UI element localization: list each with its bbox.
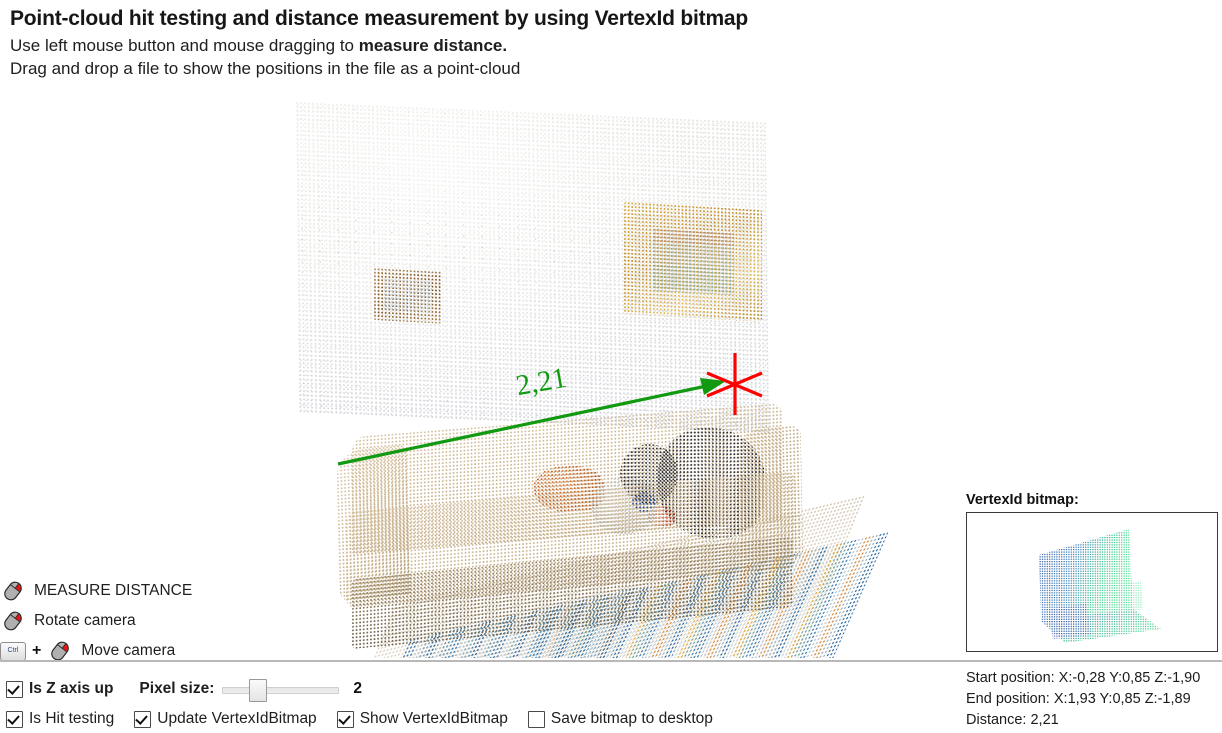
distance-text: Distance: 2,21 <box>966 712 1059 728</box>
header: Point-cloud hit testing and distance mea… <box>10 6 1110 80</box>
show-vertexid-bitmap-label: Show VertexIdBitmap <box>359 710 508 727</box>
legend-label: Move camera <box>81 642 176 659</box>
legend-item-rotate-camera: Rotate camera <box>0 606 320 636</box>
pixel-size-value: 2 <box>353 680 363 697</box>
pixel-size-label: Pixel size: <box>139 680 215 697</box>
save-bitmap-to-desktop-label: Save bitmap to desktop <box>550 710 713 727</box>
controls-row-1: Is Z axis up Pixel size: 2 <box>6 676 766 702</box>
mouse-left-button-icon <box>4 581 22 601</box>
start-position-text: Start position: X:-0,28 Y:0,85 Z:-1,90 <box>966 670 1201 686</box>
show-vertexid-bitmap-checkbox[interactable] <box>336 710 354 728</box>
horizontal-separator <box>0 660 1222 662</box>
update-vertexid-bitmap-checkbox[interactable] <box>134 710 152 728</box>
instruction-text: Use left mouse button and mouse dragging… <box>10 36 359 55</box>
is-hit-testing-checkbox[interactable] <box>6 710 23 728</box>
mouse-right-button-icon <box>4 611 22 631</box>
legend-label: Rotate camera <box>34 612 136 629</box>
legend-item-measure-distance: MEASURE DISTANCE <box>0 576 320 606</box>
slider-thumb[interactable] <box>249 679 268 702</box>
update-vertexid-bitmap-label: Update VertexIdBitmap <box>157 710 317 727</box>
instruction-line-2: Drag and drop a file to show the positio… <box>10 59 521 78</box>
vertexid-bitmap-preview[interactable] <box>966 512 1218 652</box>
small-picture-artwork <box>384 278 432 314</box>
page-title: Point-cloud hit testing and distance mea… <box>10 7 749 30</box>
instruction-emphasis: measure distance. <box>358 36 508 55</box>
large-picture-artwork <box>654 228 734 296</box>
pixel-size-slider[interactable] <box>222 679 340 702</box>
ctrl-key-icon: Ctrl <box>0 641 26 661</box>
slider-track[interactable] <box>222 687 340 694</box>
pointcloud-viewport[interactable]: 2,21 <box>0 88 960 658</box>
mouse-legend: MEASURE DISTANCE Rotate camera Ctrl + Mo… <box>0 576 320 666</box>
vertexid-bitmap-title: VertexId bitmap: <box>966 492 1079 508</box>
is-z-axis-up-label: Is Z axis up <box>29 680 114 697</box>
is-hit-testing-label: Is Hit testing <box>29 710 115 727</box>
controls-row-2: Is Hit testing Update VertexIdBitmap Sho… <box>6 706 766 732</box>
end-position-text: End position: X:1,93 Y:0,85 Z:-1,89 <box>966 691 1191 707</box>
instruction-line-1: Use left mouse button and mouse dragging… <box>10 34 1110 57</box>
app-window: Point-cloud hit testing and distance mea… <box>0 0 1222 733</box>
vertexid-bitmap-cloud <box>1039 529 1161 643</box>
plus-symbol: + <box>32 642 42 659</box>
controls-bar: Is Z axis up Pixel size: 2 Is Hit testin… <box>6 676 766 732</box>
save-bitmap-to-desktop-checkbox[interactable] <box>527 710 545 728</box>
pointcloud-scene <box>0 88 960 658</box>
is-z-axis-up-checkbox[interactable] <box>6 680 23 698</box>
status-readout: Start position: X:-0,28 Y:0,85 Z:-1,90 E… <box>966 668 1222 731</box>
vertexid-bitmap-panel: VertexId bitmap: <box>966 492 1218 652</box>
legend-label: MEASURE DISTANCE <box>34 582 193 599</box>
